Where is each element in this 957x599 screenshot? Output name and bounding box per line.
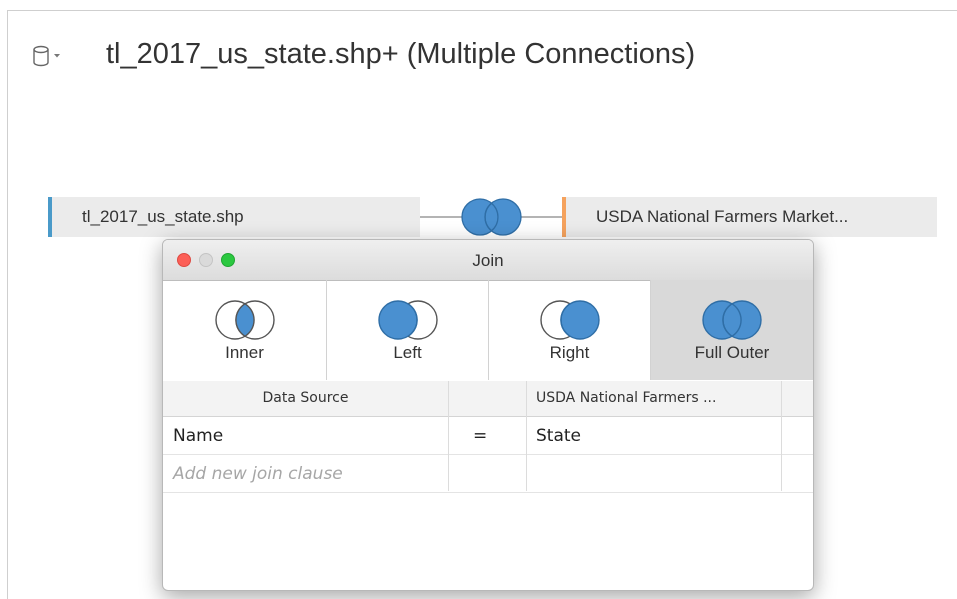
right-table-name: USDA National Farmers Market... — [596, 207, 849, 226]
join-type-right[interactable]: Right — [489, 280, 651, 380]
join-operator[interactable]: = — [473, 426, 487, 446]
right-field[interactable]: State — [536, 426, 581, 446]
header-usda: USDA National Farmers ... — [536, 390, 717, 406]
canvas-border-top — [7, 10, 957, 11]
add-clause-row[interactable]: Add new join clause — [163, 455, 813, 493]
column-divider — [448, 381, 449, 491]
dialog-title: Join — [472, 251, 504, 270]
left-join-icon — [378, 300, 438, 340]
header-data-source: Data Source — [262, 390, 349, 406]
join-type-label: Left — [393, 343, 422, 362]
table-row[interactable]: Name = State — [163, 417, 813, 455]
join-type-full-outer[interactable]: Full Outer — [651, 280, 813, 380]
join-type-label: Right — [549, 343, 590, 362]
left-table-pill[interactable]: tl_2017_us_state.shp — [48, 197, 420, 237]
column-divider — [781, 381, 782, 491]
data-source-title[interactable]: tl_2017_us_state.shp+ (Multiple Connecti… — [106, 38, 695, 71]
column-divider — [526, 381, 527, 491]
join-type-label: Inner — [225, 343, 264, 362]
database-icon[interactable] — [33, 45, 61, 67]
dialog-titlebar[interactable]: Join — [163, 240, 813, 281]
join-type-label: Full Outer — [694, 343, 770, 362]
canvas-border-left — [7, 10, 8, 599]
join-dialog: Join Inner Left Right Full Outer Data So… — [162, 239, 814, 591]
left-field[interactable]: Name — [173, 426, 223, 446]
add-join-clause[interactable]: Add new join clause — [173, 464, 343, 484]
full-outer-join-icon[interactable] — [420, 196, 562, 238]
full-outer-join-icon — [702, 300, 762, 340]
right-table-pill[interactable]: USDA National Farmers Market... — [562, 197, 937, 237]
join-type-inner[interactable]: Inner — [163, 280, 327, 380]
join-type-selector: Inner Left Right Full Outer — [163, 280, 813, 380]
table-header: Data Source USDA National Farmers ... — [163, 381, 813, 417]
left-table-name: tl_2017_us_state.shp — [82, 207, 244, 226]
right-join-icon — [540, 300, 600, 340]
join-type-left[interactable]: Left — [327, 280, 489, 380]
inner-join-icon — [215, 300, 275, 340]
